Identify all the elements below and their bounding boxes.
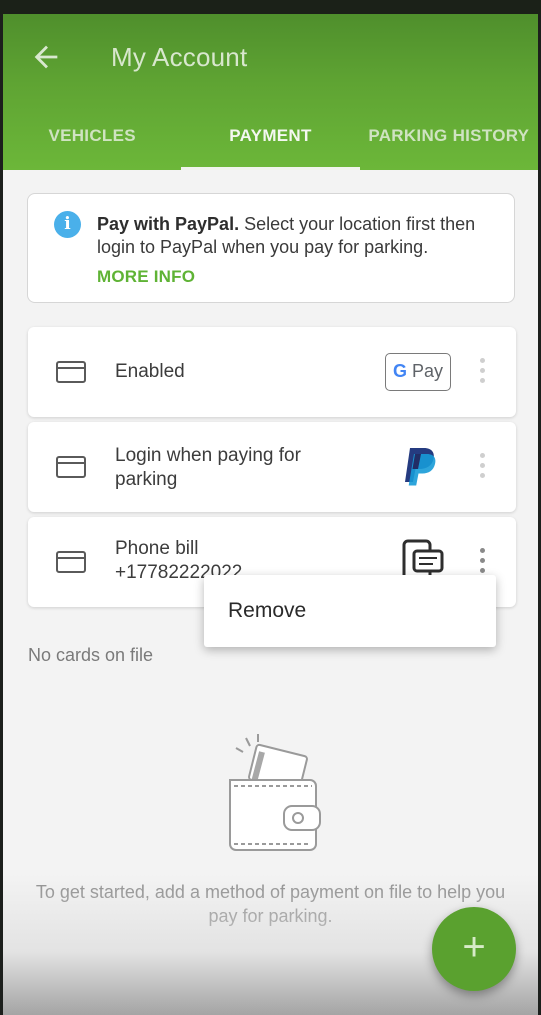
tab-parking-history[interactable]: PARKING HISTORY [360, 114, 538, 170]
paypal-info-card: i Pay with PayPal. Select your location … [27, 193, 515, 303]
more-vert-icon[interactable] [478, 548, 486, 576]
google-pay-text: Pay [412, 361, 444, 381]
empty-state-message: To get started, add a method of payment … [35, 882, 506, 926]
tab-payment[interactable]: PAYMENT [181, 114, 360, 170]
google-pay-logo: G Pay [385, 353, 451, 391]
page-title: My Account [111, 42, 248, 72]
tab-vehicles[interactable]: VEHICLES [3, 114, 181, 170]
credit-card-icon [56, 551, 86, 573]
overflow-menu: Remove [204, 575, 496, 647]
arrow-left-icon [34, 45, 58, 69]
add-payment-button[interactable]: + [432, 907, 516, 991]
back-button[interactable] [29, 40, 63, 74]
credit-card-icon [56, 456, 86, 478]
remove-menu-item[interactable]: Remove [228, 599, 306, 623]
more-vert-icon[interactable] [478, 358, 486, 386]
payment-method-row[interactable]: Login when paying for parking [28, 422, 516, 512]
payment-method-label-line1: Login when paying for [115, 445, 301, 466]
payment-method-row[interactable]: Enabled G Pay [28, 327, 516, 417]
info-icon: i [54, 211, 81, 238]
payment-method-label: Login when paying for parking [115, 444, 301, 492]
credit-card-icon [56, 361, 86, 383]
payment-method-label-line2: parking [115, 469, 178, 490]
more-vert-icon[interactable] [478, 453, 486, 481]
app-bar: My Account VEHICLES PAYMENT PARKING HIST… [3, 14, 538, 170]
more-info-link[interactable]: MORE INFO [97, 267, 195, 287]
app-screen: My Account VEHICLES PAYMENT PARKING HIST… [3, 14, 538, 1015]
info-message-bold: Pay with PayPal. [97, 214, 240, 234]
wallet-icon [229, 734, 321, 851]
no-cards-label: No cards on file [28, 645, 154, 665]
tab-bar: VEHICLES PAYMENT PARKING HISTORY [3, 114, 538, 170]
info-message: Pay with PayPal. Select your location fi… [97, 213, 502, 259]
payment-method-label-line1: Phone bill [115, 538, 199, 559]
status-bar [0, 0, 541, 14]
google-pay-g: G [392, 361, 407, 381]
paypal-logo [405, 448, 436, 486]
payment-method-label: Enabled [115, 361, 185, 382]
